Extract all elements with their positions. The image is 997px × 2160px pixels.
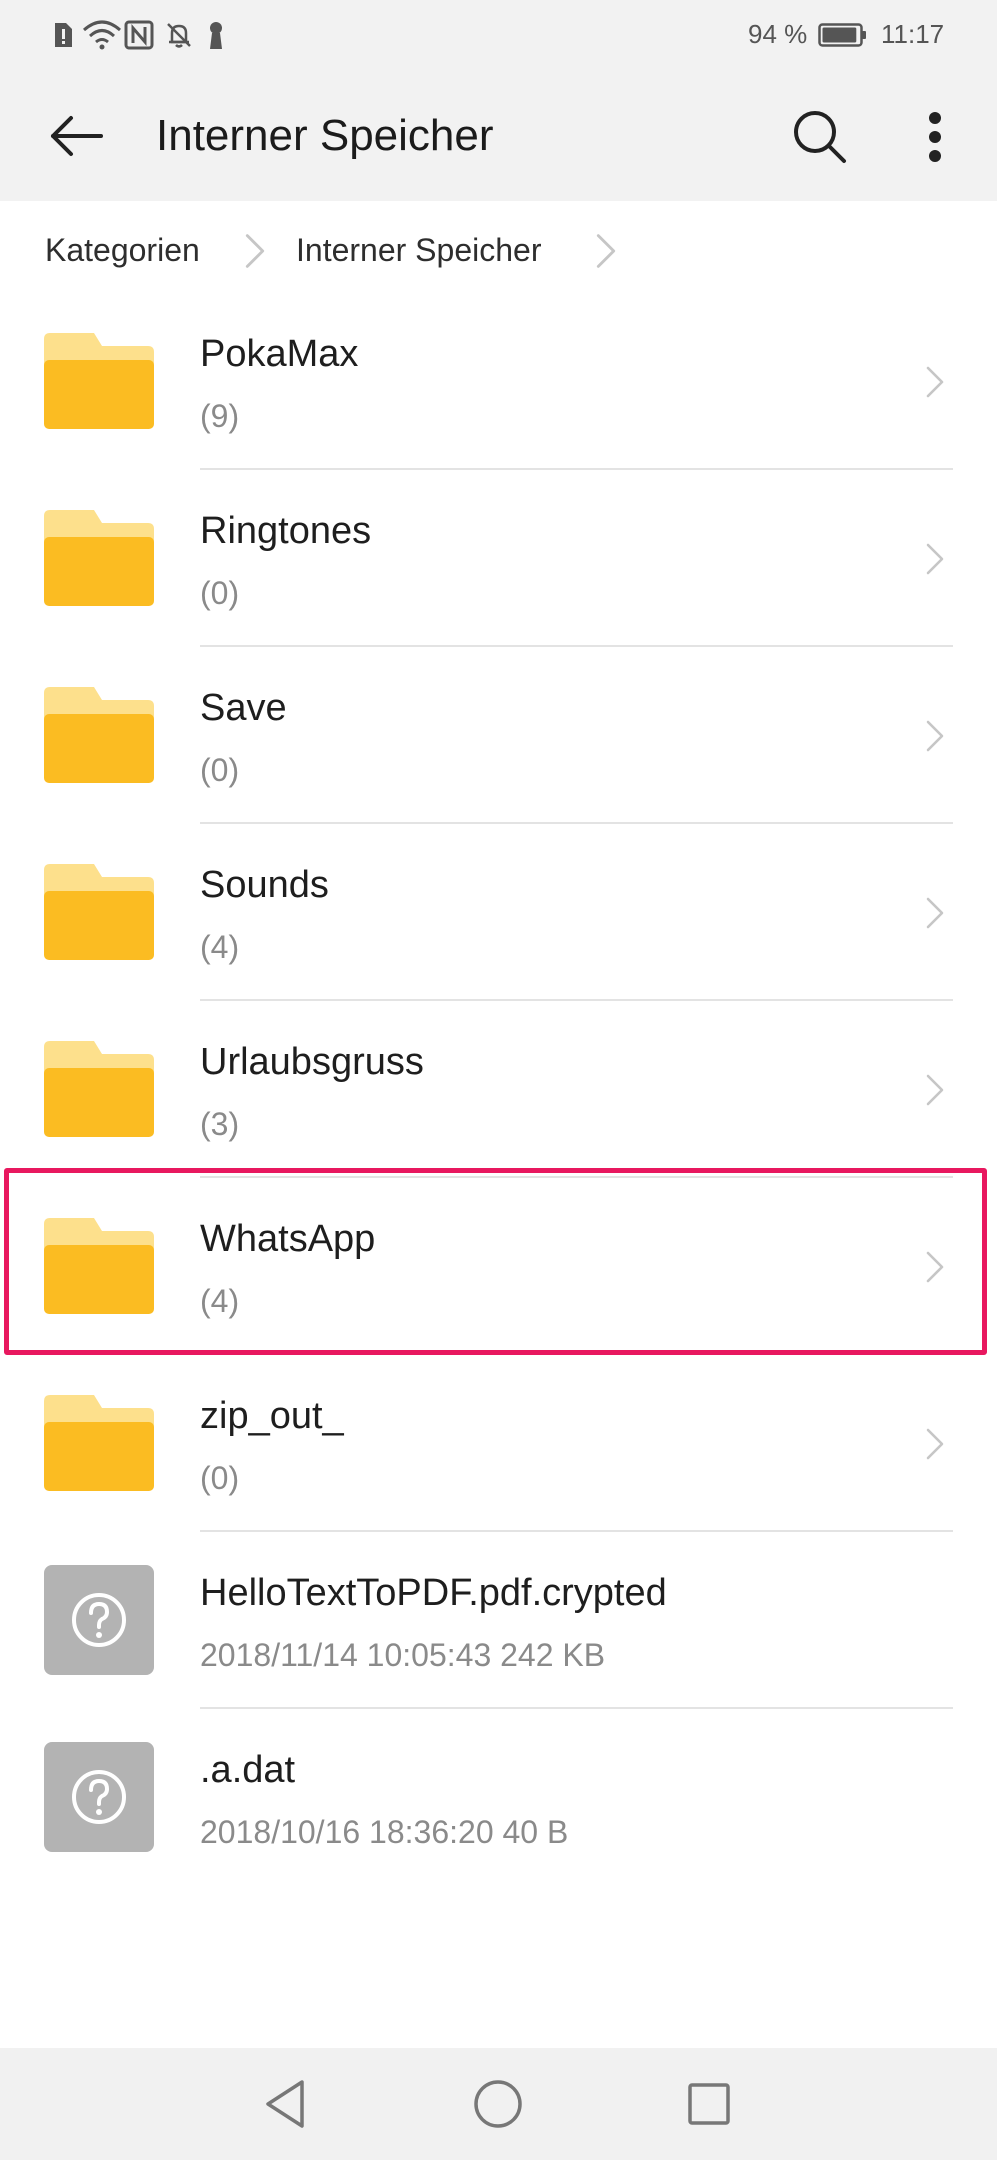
sim-alert-icon xyxy=(52,22,74,48)
chevron-right-icon xyxy=(925,1073,945,1107)
folder-icon xyxy=(44,333,154,434)
nav-back-button[interactable] xyxy=(252,2070,320,2138)
nav-recents-icon xyxy=(688,2083,730,2125)
item-meta: 2018/10/16 18:36:20 40 B xyxy=(200,1814,569,1850)
folder-icon xyxy=(44,1041,154,1142)
nfc-icon xyxy=(124,20,154,50)
item-name: HelloTextToPDF.pdf.crypted xyxy=(200,1572,667,1614)
nav-home-button[interactable] xyxy=(464,2070,532,2138)
list-item-file[interactable]: .a.dat 2018/10/16 18:36:20 40 B xyxy=(0,1709,997,1886)
list-item-folder[interactable]: PokaMax (9) xyxy=(0,293,997,470)
chevron-right-icon xyxy=(595,232,617,270)
item-count: (0) xyxy=(200,752,240,788)
nav-back-icon xyxy=(266,2080,304,2128)
folder-icon xyxy=(44,510,154,611)
highlight-box xyxy=(4,1168,987,1355)
chevron-right-icon xyxy=(925,1427,945,1461)
folder-icon xyxy=(44,864,154,965)
item-name: Sounds xyxy=(200,864,329,906)
nav-home-icon xyxy=(474,2080,522,2128)
item-count: (0) xyxy=(200,575,240,611)
key-icon xyxy=(206,20,226,50)
clock: 11:17 xyxy=(881,19,945,49)
chevron-right-icon xyxy=(244,232,266,270)
battery-percent: 94 % xyxy=(748,19,808,49)
nav-recents-button[interactable] xyxy=(675,2070,743,2138)
chevron-right-icon xyxy=(925,896,945,930)
list-item-folder[interactable]: Urlaubsgruss (3) xyxy=(0,1001,997,1178)
chevron-right-icon xyxy=(925,719,945,753)
item-count: (0) xyxy=(200,1460,240,1496)
list-item-folder[interactable]: Sounds (4) xyxy=(0,824,997,1001)
list-item-folder[interactable]: zip_out_ (0) xyxy=(0,1355,997,1532)
item-count: (9) xyxy=(200,398,240,434)
search-button[interactable] xyxy=(792,109,848,165)
list-item-folder[interactable]: Save (0) xyxy=(0,647,997,824)
header: 94 % 11:17 Interner Speicher xyxy=(0,0,997,201)
item-name: Urlaubsgruss xyxy=(200,1041,424,1083)
chevron-right-icon xyxy=(925,542,945,576)
more-options-button[interactable] xyxy=(926,111,944,163)
item-name: Ringtones xyxy=(200,510,372,552)
bell-off-icon xyxy=(164,20,194,50)
battery-icon xyxy=(818,23,868,47)
item-name: zip_out_ xyxy=(200,1395,344,1437)
back-arrow-icon xyxy=(51,116,103,156)
breadcrumb-item-kategorien[interactable]: Kategorien xyxy=(45,230,200,270)
page-title: Interner Speicher xyxy=(156,111,494,160)
unknown-file-icon xyxy=(44,1742,154,1857)
breadcrumb-item-internal-storage[interactable]: Interner Speicher xyxy=(296,230,541,270)
wifi-icon xyxy=(82,20,122,50)
search-icon xyxy=(794,111,846,163)
list-item-file[interactable]: HelloTextToPDF.pdf.crypted 2018/11/14 10… xyxy=(0,1532,997,1709)
back-button[interactable] xyxy=(50,115,104,157)
item-meta: 2018/11/14 10:05:43 242 KB xyxy=(200,1637,606,1673)
list-item-folder[interactable]: Ringtones (0) xyxy=(0,470,997,647)
unknown-file-icon xyxy=(44,1565,154,1680)
item-count: (4) xyxy=(200,929,240,965)
item-count: (3) xyxy=(200,1106,240,1142)
folder-icon xyxy=(44,687,154,788)
item-name: PokaMax xyxy=(200,333,359,375)
more-vert-icon xyxy=(929,112,941,162)
chevron-right-icon xyxy=(925,365,945,399)
folder-icon xyxy=(44,1395,154,1496)
item-name: Save xyxy=(200,687,287,729)
navigation-bar xyxy=(0,2048,997,2160)
item-name: .a.dat xyxy=(200,1749,296,1791)
